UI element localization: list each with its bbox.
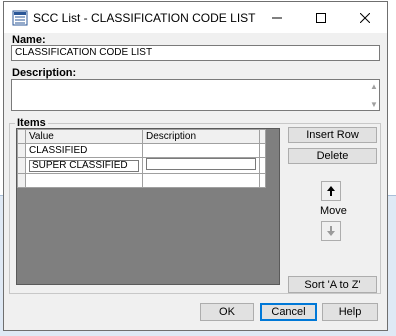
row-selector[interactable] [17,173,26,188]
cell-spacer [259,173,266,188]
title-bar: SCC List - CLASSIFICATION CODE LIST [4,2,387,33]
insert-row-button[interactable]: Insert Row [288,127,377,143]
table-header-row: Value Description [17,129,266,144]
cell-value[interactable]: CLASSIFIED [25,143,143,158]
minimize-icon [272,17,282,18]
list-app-icon [12,10,28,26]
cell-editor[interactable]: SUPER CLASSIFIED [29,159,139,172]
table-row[interactable]: SUPER CLASSIFIED [17,157,266,174]
description-label: Description: [12,67,77,79]
ok-button[interactable]: OK [200,303,254,321]
table-row[interactable]: CLASSIFIED [17,143,266,158]
items-grid[interactable]: Value Description CLASSIFIED SUPER CLASS… [16,128,280,285]
minimize-button[interactable] [255,2,299,33]
delete-button[interactable]: Delete [288,148,377,164]
items-table: Value Description CLASSIFIED SUPER CLASS… [17,129,266,188]
name-field[interactable]: CLASSIFICATION CODE LIST [11,45,380,61]
scroll-down-icon[interactable]: ▼ [370,100,378,109]
column-header-value[interactable]: Value [25,129,143,144]
cell-spacer [259,157,266,174]
maximize-icon [316,12,326,23]
cell-spacer [259,143,266,158]
column-header-spacer [259,129,266,144]
move-down-button[interactable] [321,221,341,241]
arrow-down-icon [327,226,335,236]
close-icon [360,12,370,23]
cell-description[interactable] [142,173,260,188]
row-selector[interactable] [17,143,26,158]
row-selector[interactable] [17,157,26,174]
cell-description[interactable] [142,157,260,174]
help-button[interactable]: Help [322,303,378,321]
maximize-button[interactable] [299,2,343,33]
move-up-button[interactable] [321,181,341,201]
arrow-up-icon [327,186,335,196]
table-row-new[interactable] [17,173,266,188]
move-label: Move [320,205,347,217]
sort-a-to-z-button[interactable]: Sort 'A to Z' [288,276,377,293]
close-button[interactable] [343,2,387,33]
cell-description[interactable] [142,143,260,158]
window-title: SCC List - CLASSIFICATION CODE LIST [33,11,256,25]
row-selector-header [17,129,26,144]
cell-value-editing[interactable]: SUPER CLASSIFIED [25,157,143,174]
column-header-description[interactable]: Description [142,129,260,144]
description-field[interactable] [11,79,380,111]
scroll-up-icon[interactable]: ▲ [370,82,378,91]
cancel-button[interactable]: Cancel [260,303,317,321]
cell-value[interactable] [25,173,143,188]
cell-editor[interactable] [146,158,256,170]
